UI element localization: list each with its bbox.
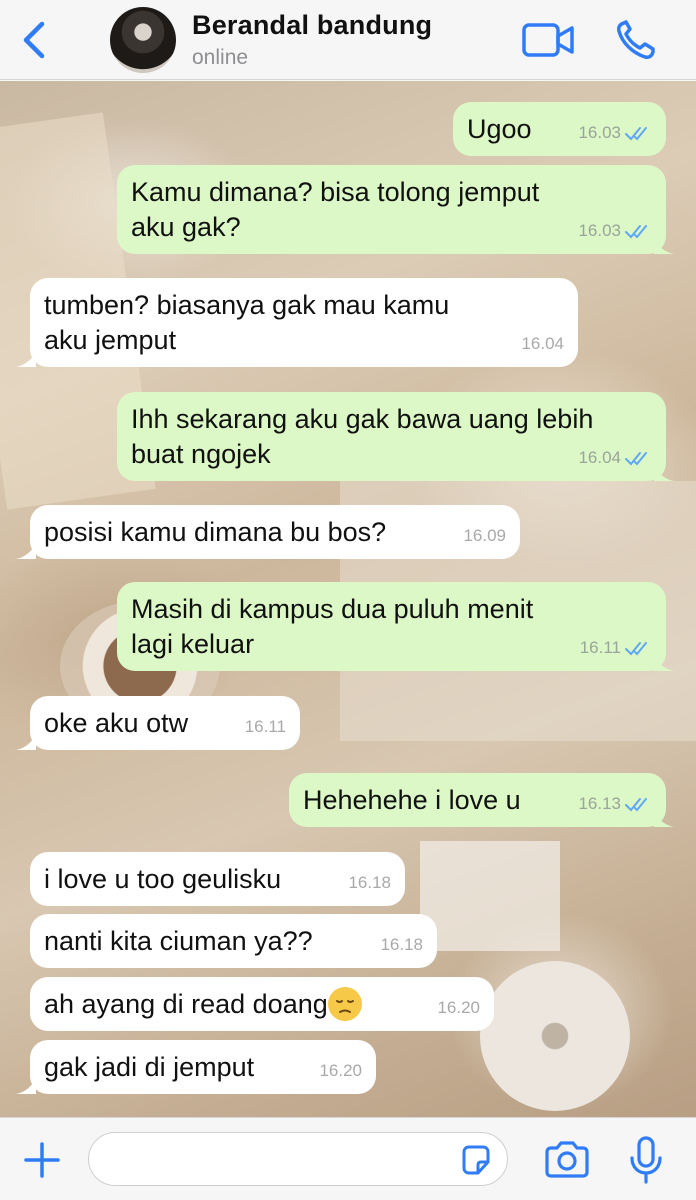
message-time: 16.11	[579, 638, 621, 657]
bubble-tail	[654, 238, 674, 254]
message-meta: 16.20	[437, 990, 480, 1025]
bubble-tail	[16, 351, 36, 367]
message-meta: 16.03	[578, 213, 652, 248]
message-time: 16.18	[380, 935, 423, 954]
video-call-button[interactable]	[520, 20, 576, 60]
message-meta: 16.11	[580, 630, 652, 665]
message-text: nanti kita ciuman ya??	[44, 926, 313, 956]
message-text: Kamu dimana? bisa tolong jemput aku gak?	[131, 177, 540, 242]
pensive-face-emoji	[327, 986, 362, 1021]
message-time: 16.03	[578, 123, 621, 142]
message-meta: 16.04	[578, 440, 652, 475]
message-time: 16.18	[348, 873, 391, 892]
bubble-tail	[654, 811, 674, 827]
message-time: 16.04	[521, 334, 564, 353]
outgoing-message[interactable]: Masih di kampus dua puluh menit lagi kel…	[117, 582, 674, 671]
voice-message-button[interactable]	[628, 1134, 664, 1188]
plus-icon	[24, 1142, 60, 1178]
message-time: 16.11	[244, 717, 286, 736]
bubble-tail	[16, 1078, 36, 1094]
outgoing-message[interactable]: Kamu dimana? bisa tolong jemput aku gak?…	[117, 165, 674, 254]
message-meta: 16.04	[521, 326, 564, 361]
message-time: 16.20	[319, 1061, 362, 1080]
message-meta: 16.11	[245, 709, 286, 744]
message-meta: 16.18	[380, 927, 423, 962]
message-text: Masih di kampus dua puluh menit lagi kel…	[131, 594, 534, 659]
message-text: tumben? biasanya gak mau kamu aku jemput	[44, 290, 450, 355]
message-text: posisi kamu dimana bu bos?	[44, 517, 387, 547]
message-text: Ihh sekarang aku gak bawa uang lebih bua…	[131, 404, 594, 469]
message-time: 16.03	[578, 221, 621, 240]
message-text-part: ah ayang di read doang	[44, 989, 328, 1019]
camera-button[interactable]	[542, 1138, 592, 1182]
incoming-message[interactable]: posisi kamu dimana bu bos? 16.09	[16, 505, 520, 559]
double-check-icon	[625, 797, 647, 811]
phone-icon	[617, 20, 655, 59]
incoming-message[interactable]: tumben? biasanya gak mau kamu aku jemput…	[16, 278, 578, 367]
message-input[interactable]	[88, 1132, 508, 1186]
outgoing-message[interactable]: Ugoo 16.03	[453, 102, 666, 156]
incoming-message[interactable]: gak jadi di jemput 16.20	[16, 1040, 376, 1094]
message-text: gak jadi di jemput	[44, 1052, 255, 1082]
bubble-tail	[16, 543, 36, 559]
message-meta: 16.13	[578, 786, 652, 821]
incoming-message[interactable]: nanti kita ciuman ya?? 16.18	[30, 914, 437, 968]
back-chevron-icon	[23, 21, 45, 59]
message-time: 16.20	[437, 998, 480, 1017]
message-text: ah ayang di read doang	[44, 986, 480, 1023]
message-time: 16.13	[578, 794, 621, 813]
incoming-message[interactable]: ah ayang di read doang 16.20	[30, 977, 494, 1031]
sticker-icon	[462, 1145, 490, 1175]
video-call-icon	[522, 23, 574, 57]
double-check-icon	[625, 224, 647, 238]
attach-button[interactable]	[20, 1138, 64, 1182]
message-time: 16.04	[578, 448, 621, 467]
contact-name[interactable]: Berandal bandung	[192, 10, 432, 41]
wallpaper-record	[480, 961, 630, 1111]
outgoing-message[interactable]: Hehehehe i love u 16.13	[289, 773, 674, 827]
microphone-icon	[630, 1136, 662, 1184]
chat-header: Berandal bandung online	[0, 0, 696, 80]
sticker-button[interactable]	[458, 1142, 494, 1178]
message-time: 16.09	[463, 526, 506, 545]
bubble-tail	[654, 465, 674, 481]
voice-call-button[interactable]	[612, 18, 660, 62]
message-meta: 16.18	[348, 865, 391, 900]
back-button[interactable]	[14, 18, 54, 62]
contact-avatar[interactable]	[110, 7, 176, 73]
camera-icon	[545, 1141, 589, 1178]
incoming-message[interactable]: i love u too geulisku 16.18	[30, 852, 405, 906]
message-meta: 16.09	[463, 518, 506, 553]
incoming-message[interactable]: oke aku otw 16.11	[16, 696, 300, 750]
wallpaper-frame	[420, 841, 560, 951]
message-text: i love u too geulisku	[44, 864, 282, 894]
double-check-icon	[625, 126, 647, 140]
bubble-tail	[654, 655, 674, 671]
message-meta: 16.03	[578, 115, 652, 150]
bubble-tail	[16, 734, 36, 750]
contact-status: online	[192, 46, 249, 69]
double-check-icon	[625, 641, 647, 655]
message-meta: 16.20	[319, 1053, 362, 1088]
composer-bar	[0, 1117, 696, 1200]
double-check-icon	[625, 451, 647, 465]
outgoing-message[interactable]: Ihh sekarang aku gak bawa uang lebih bua…	[117, 392, 674, 481]
